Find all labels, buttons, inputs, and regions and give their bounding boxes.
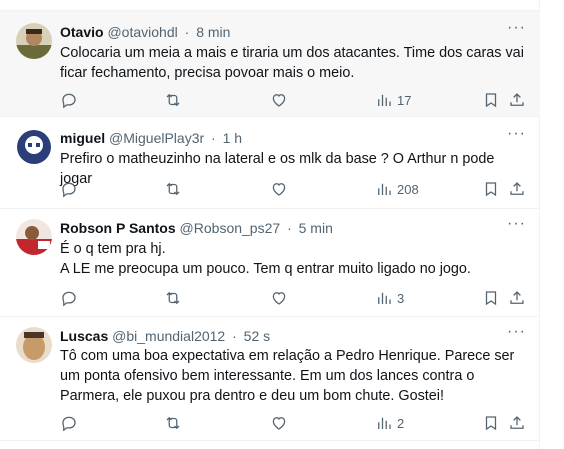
reply-icon [62,93,76,109]
reply-button[interactable] [60,288,78,308]
tweet-actions: 208 [60,179,526,199]
timestamp[interactable]: 8 min [196,24,230,40]
tweet-actions: 17 [60,90,526,110]
avatar[interactable] [16,129,52,165]
bookmark-button[interactable] [482,179,500,199]
share-button[interactable] [508,90,526,110]
share-icon [510,291,524,304]
display-name[interactable]: Luscas [60,328,108,344]
heart-icon [272,94,286,107]
share-icon [510,416,524,429]
display-name[interactable]: Robson P Santos [60,220,176,236]
share-button[interactable] [508,179,526,199]
heart-icon [272,417,286,430]
bookmark-icon [485,416,497,431]
views-button[interactable]: 208 [375,179,419,199]
retweet-button[interactable] [164,288,182,308]
tweet-actions: 2 [60,413,526,433]
bookmark-icon [485,93,497,108]
bookmark-button[interactable] [482,413,500,433]
heart-icon [272,183,286,196]
tweet[interactable]: Luscas @bi_mundial2012 · 52 s ··· Tô com… [0,317,540,441]
more-icon[interactable]: ··· [507,20,526,36]
tweet-text: Tô com uma boa expectativa em relação a … [60,348,515,404]
views-button[interactable]: 2 [375,413,404,433]
tweet-text-line: A LE me preocupa um pouco. Tem q entrar … [60,261,471,277]
tweet-header: Otavio @otaviohdl · 8 min [60,23,230,41]
views-button[interactable]: 17 [375,90,411,110]
views-count: 17 [397,92,412,108]
tweet-text: É o q tem pra hj. A LE me preocupa um po… [60,239,525,279]
views-icon [378,292,391,304]
like-button[interactable] [270,288,288,308]
tweet[interactable]: Robson P Santos @Robson_ps27 · 5 min ···… [0,209,540,317]
tweet-header: Luscas @bi_mundial2012 · 52 s [60,327,270,345]
bookmark-button[interactable] [482,288,500,308]
display-name[interactable]: miguel [60,130,105,146]
like-button[interactable] [270,413,288,433]
retweet-icon [166,291,180,305]
like-button[interactable] [270,179,288,199]
tweet-header: miguel @MiguelPlay3r · 1 h [60,129,242,147]
tweet-actions: 3 [60,288,526,308]
separator-dot: · [211,130,216,146]
bookmark-icon [485,182,497,197]
reply-feed: Otavio @otaviohdl · 8 min ··· Colocaria … [0,0,540,449]
user-handle[interactable]: @otaviohdl [107,24,177,40]
user-handle[interactable]: @bi_mundial2012 [112,328,225,344]
reply-icon [62,416,76,432]
share-button[interactable] [508,288,526,308]
views-button[interactable]: 3 [375,288,404,308]
separator-dot: · [184,24,190,40]
tweet-header: Robson P Santos @Robson_ps27 · 5 min [60,219,333,237]
user-handle[interactable]: @MiguelPlay3r [109,130,204,146]
timestamp[interactable]: 52 s [244,328,270,344]
retweet-icon [166,93,180,107]
more-icon[interactable]: ··· [507,324,526,340]
like-button[interactable] [270,90,288,110]
views-icon [378,94,391,106]
bookmark-button[interactable] [482,90,500,110]
heart-icon [272,292,286,305]
avatar[interactable] [16,219,52,255]
reply-button[interactable] [60,413,78,433]
timestamp[interactable]: 1 h [223,130,242,146]
tweet[interactable]: Otavio @otaviohdl · 8 min ··· Colocaria … [0,10,540,117]
reply-button[interactable] [60,90,78,110]
separator-dot: · [287,220,292,236]
bookmark-icon [485,291,497,306]
views-count: 3 [397,290,405,306]
avatar[interactable] [16,23,52,59]
views-icon [378,183,391,195]
separator-dot: · [232,328,237,344]
reply-button[interactable] [60,179,78,199]
retweet-button[interactable] [164,90,182,110]
tweet-text-line: É o q tem pra hj. [60,241,166,257]
views-count: 208 [397,181,419,197]
user-handle[interactable]: @Robson_ps27 [180,220,281,236]
share-icon [510,93,524,106]
share-button[interactable] [508,413,526,433]
timestamp[interactable]: 5 min [299,220,333,236]
retweet-icon [166,416,180,430]
display-name[interactable]: Otavio [60,24,104,40]
retweet-button[interactable] [164,179,182,199]
retweet-icon [166,182,180,196]
more-icon[interactable]: ··· [507,216,526,232]
retweet-button[interactable] [164,413,182,433]
tweet-text: Colocaria um meia a mais e tiraria um do… [60,45,524,81]
more-icon[interactable]: ··· [507,126,526,142]
views-count: 2 [397,415,405,431]
share-icon [510,182,524,195]
views-icon [378,417,391,429]
reply-icon [62,291,76,307]
avatar[interactable] [16,327,52,363]
reply-icon [62,182,76,198]
tweet[interactable]: miguel @MiguelPlay3r · 1 h ··· Prefiro o… [0,117,540,209]
